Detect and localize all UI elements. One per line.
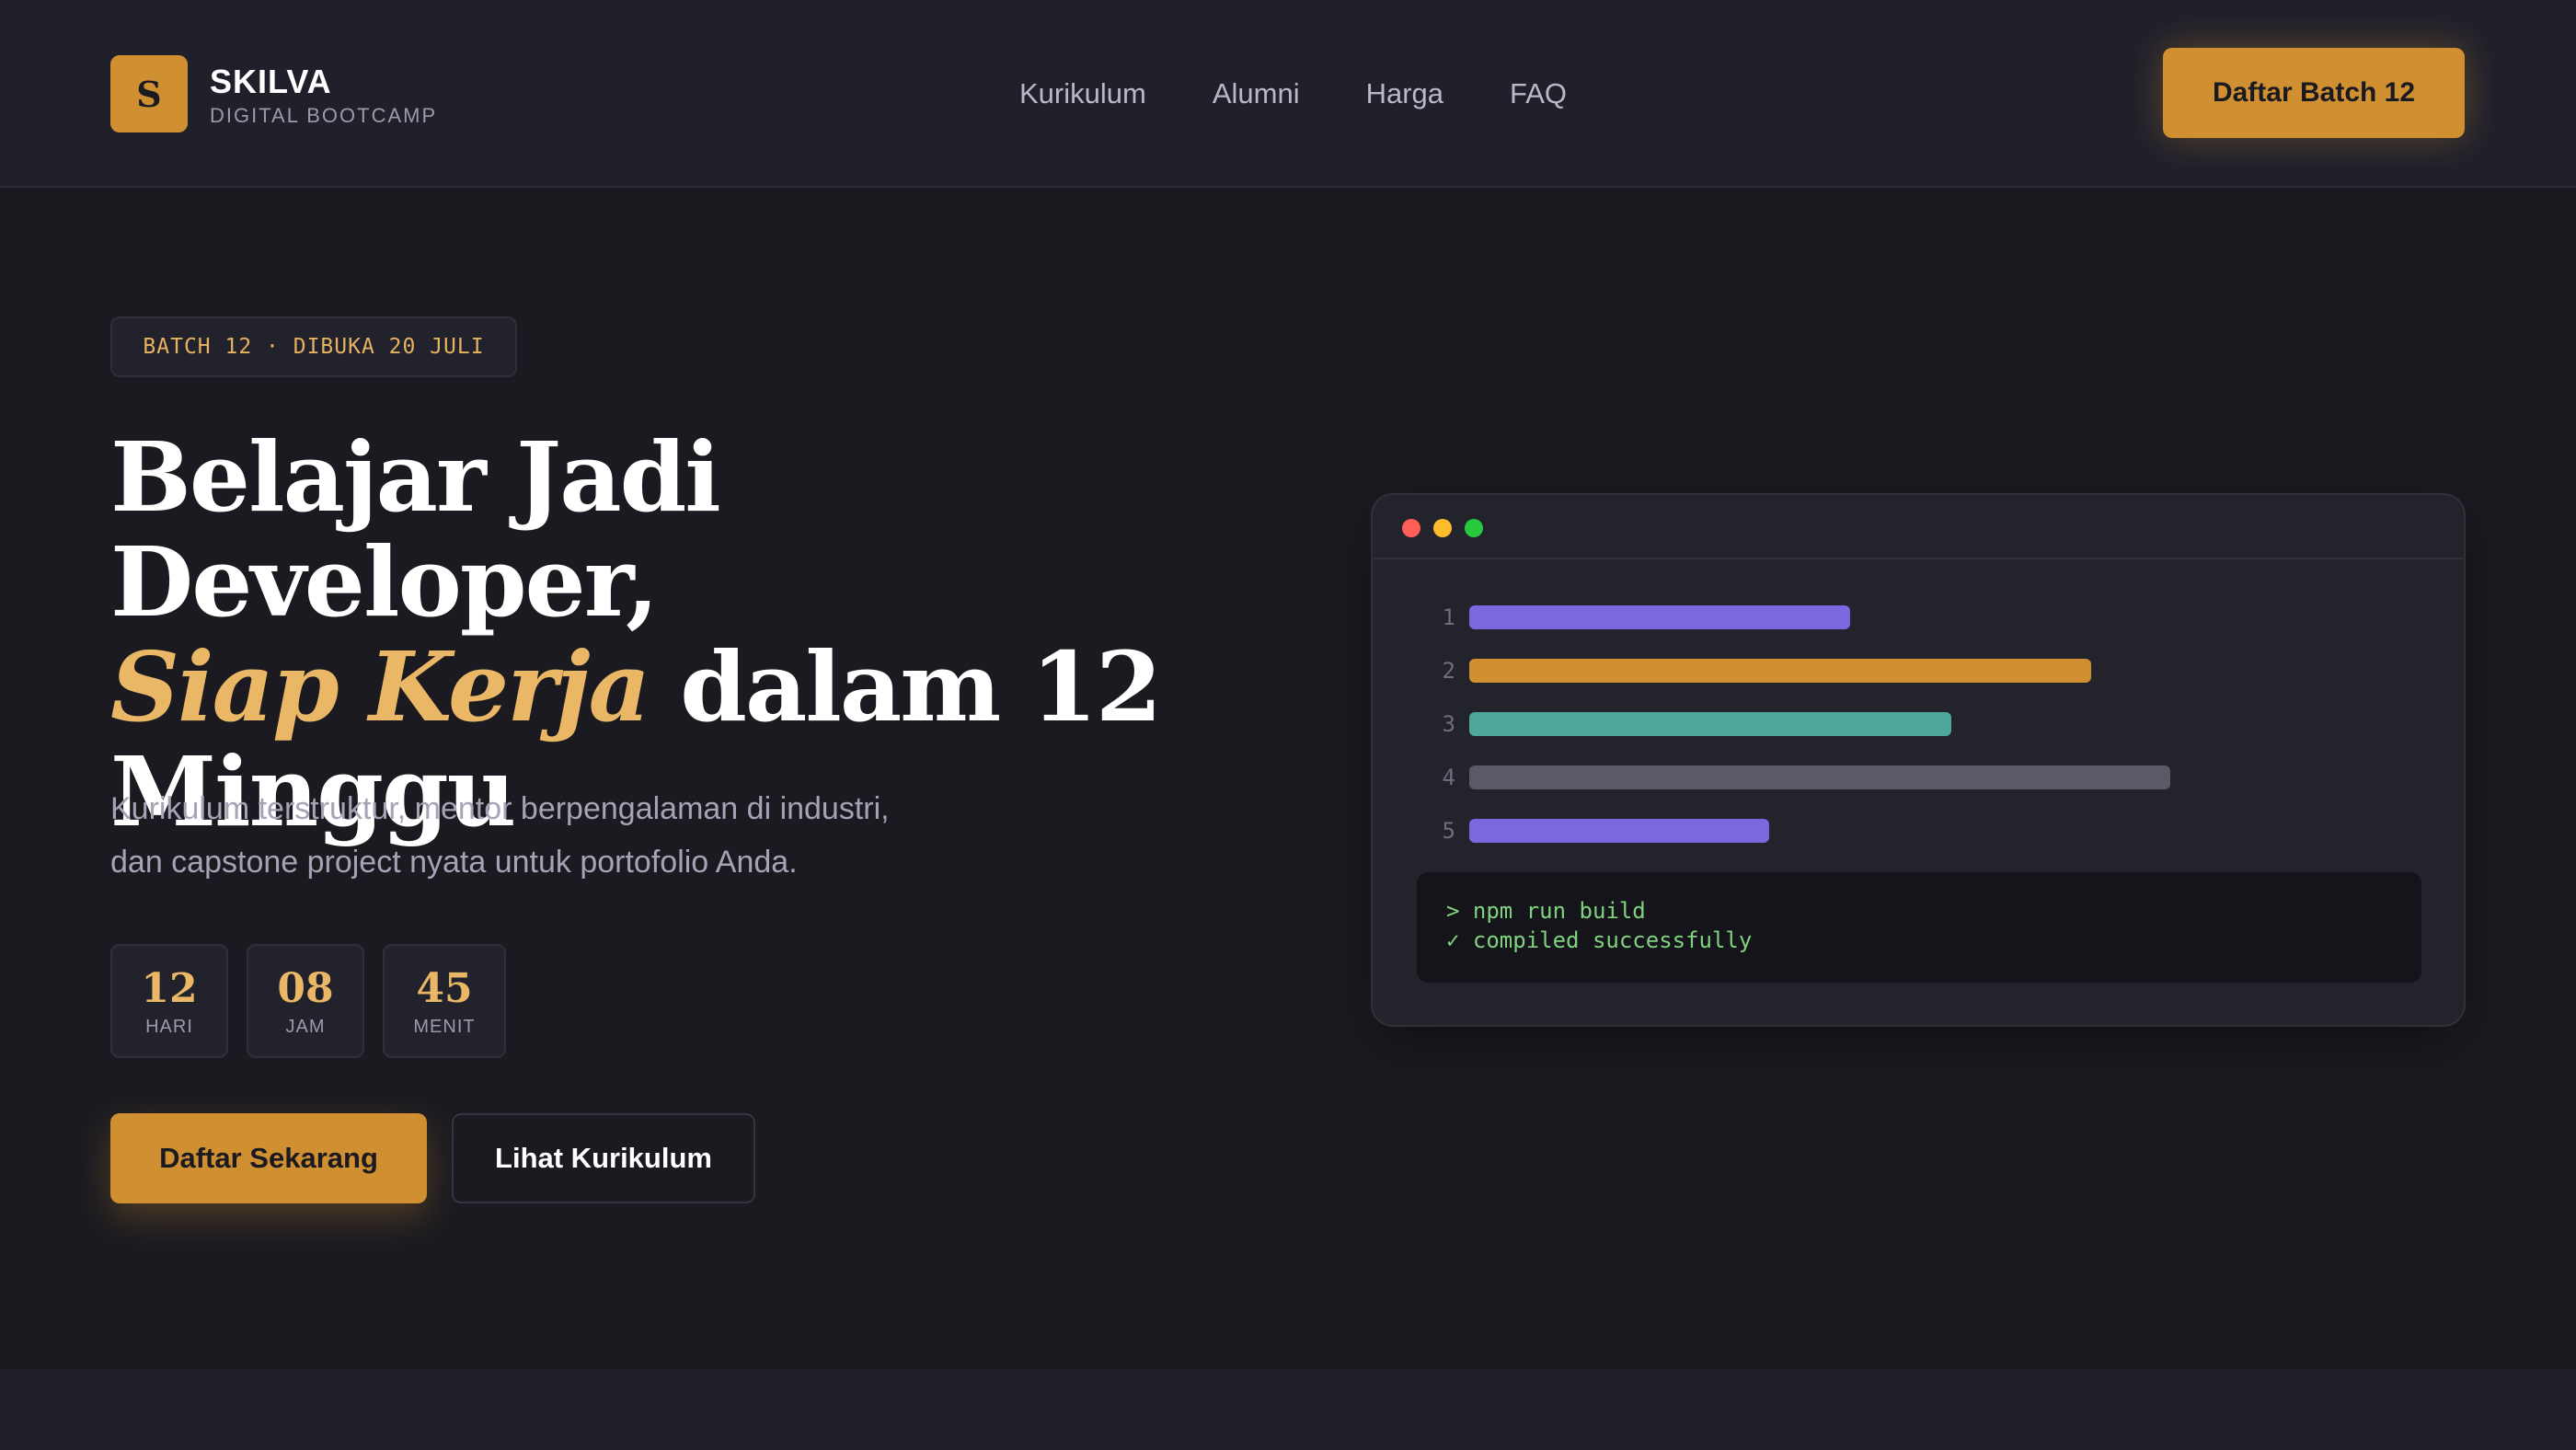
editor-title-bar	[1373, 495, 2464, 559]
hero-description-line2: dan capstone project nyata untuk portofo…	[110, 845, 798, 880]
code-editor-mockup: 1 2 3 4 5 > npm run build ✓ compiled suc…	[1371, 493, 2466, 1027]
window-minimize-dot-icon	[1433, 519, 1452, 537]
hero-title-accent: Siap Kerja	[110, 630, 650, 743]
terminal-output: > npm run build ✓ compiled successfully	[1417, 872, 2421, 983]
countdown: 12 HARI 08 JAM 45 MENIT	[110, 944, 506, 1058]
register-batch-button[interactable]: Daftar Batch 12	[2163, 48, 2465, 138]
code-line: 3	[1373, 710, 2464, 738]
code-line: 5	[1373, 817, 2464, 845]
main-nav: Kurikulum Alumni Harga FAQ	[1019, 77, 1567, 110]
brand-name[interactable]: SKILVA	[210, 63, 332, 101]
countdown-days-label: HARI	[145, 1016, 193, 1037]
line-number: 3	[1442, 711, 1455, 737]
line-number: 4	[1442, 765, 1455, 790]
hero-description: Kurikulum terstruktur, mentor berpengala…	[110, 782, 994, 889]
code-placeholder-bar	[1469, 605, 1850, 629]
window-close-dot-icon	[1402, 519, 1420, 537]
hero-title-line2: dalam 12	[649, 630, 1162, 743]
countdown-minutes: 45 MENIT	[383, 944, 506, 1058]
next-section-edge	[0, 1369, 2576, 1450]
countdown-minutes-label: MENIT	[413, 1016, 476, 1037]
logo-icon[interactable]: S	[110, 55, 188, 132]
countdown-days-value: 12	[141, 964, 198, 1012]
nav-link-faq[interactable]: FAQ	[1510, 77, 1567, 110]
code-placeholder-bar	[1469, 819, 1769, 843]
hero-title-line1: Belajar Jadi Developer,	[110, 420, 721, 639]
brand-subtitle: DIGITAL BOOTCAMP	[210, 104, 438, 127]
code-line: 4	[1373, 764, 2464, 791]
countdown-hours-value: 08	[277, 964, 334, 1012]
countdown-minutes-value: 45	[416, 964, 473, 1012]
register-now-button[interactable]: Daftar Sekarang	[110, 1113, 427, 1203]
code-line: 2	[1373, 657, 2464, 685]
nav-link-alumni[interactable]: Alumni	[1213, 77, 1300, 110]
terminal-command: > npm run build	[1446, 898, 1646, 924]
code-placeholder-bar	[1469, 659, 2091, 683]
code-placeholder-bar	[1469, 712, 1951, 736]
code-line: 1	[1373, 604, 2464, 631]
hero-description-line1: Kurikulum terstruktur, mentor berpengala…	[110, 791, 890, 826]
line-number: 2	[1442, 658, 1455, 684]
batch-badge: BATCH 12 · DIBUKA 20 JULI	[110, 316, 517, 377]
countdown-hours-label: JAM	[285, 1016, 326, 1037]
line-number: 5	[1442, 818, 1455, 844]
window-maximize-dot-icon	[1465, 519, 1483, 537]
countdown-hours: 08 JAM	[247, 944, 364, 1058]
code-placeholder-bar	[1469, 765, 2170, 789]
terminal-result: ✓ compiled successfully	[1446, 927, 1753, 953]
view-curriculum-button[interactable]: Lihat Kurikulum	[452, 1113, 755, 1203]
nav-link-kurikulum[interactable]: Kurikulum	[1019, 77, 1146, 110]
nav-link-harga[interactable]: Harga	[1366, 77, 1443, 110]
site-header: S SKILVA DIGITAL BOOTCAMP Kurikulum Alum…	[0, 0, 2576, 188]
countdown-days: 12 HARI	[110, 944, 228, 1058]
line-number: 1	[1442, 604, 1455, 630]
